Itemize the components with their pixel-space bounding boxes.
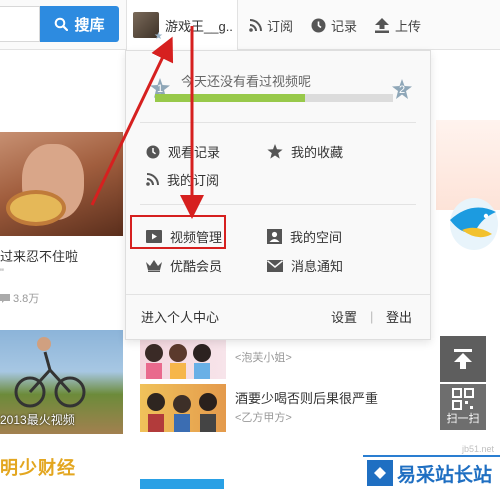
menu-vip-member-label: 优酷会员 [170,259,223,274]
play-count-icon [0,293,10,303]
qr-label: 扫一扫 [446,413,480,425]
footer-divider: | [370,309,374,324]
profile-card-icon [267,229,282,244]
list-title[interactable]: <泡芙小姐> [235,349,292,365]
progress-text: 今天还没有看过视频呢 [181,74,312,89]
nav-history-label: 记录 [331,18,358,34]
video-title[interactable]: 过来忍不住啦 [0,246,78,265]
nav-subscribe-label: 订阅 [267,18,294,34]
view-count: 3.8万 [0,290,39,306]
level-badge-next: 2 [391,79,413,101]
upload-icon [375,17,389,33]
thumbnail-caption: 2013最火视频 [0,413,75,427]
nav-history[interactable]: 记录 [311,0,357,50]
qr-icon [452,388,474,410]
list-thumbnail[interactable] [140,384,226,432]
clock-icon [146,145,160,158]
menu-notifications[interactable]: 消息通知 [267,256,343,275]
level-progress-fill [155,94,305,102]
video-thumbnail[interactable] [0,132,123,236]
user-menu-trigger[interactable]: ★ 游戏王__g.. [126,0,238,50]
bottom-banner [140,479,224,489]
search-button-label: 搜库 [74,16,105,34]
watermark-url: jb51.net [462,444,495,454]
menu-favorites[interactable]: 我的收藏 [267,142,343,161]
search-icon [55,17,69,31]
user-dropdown: 1 今天还没有看过视频呢 2 观看记录 我的收藏 我的订阅 视频管理 我的空间 … [125,50,431,340]
star-icon [267,144,283,159]
rss-icon [249,18,262,32]
menu-notifications-label: 消息通知 [291,259,344,274]
video-thumbnail-bike[interactable]: 2013最火视频 [0,330,123,434]
mail-icon [267,259,283,272]
nav-upload-label: 上传 [395,18,422,34]
menu-vip-member[interactable]: 优酷会员 [146,256,222,275]
nav-subscribe[interactable]: 订阅 [249,0,293,50]
bird-logo-icon [450,198,498,250]
menu-watch-history[interactable]: 观看记录 [146,142,220,161]
logout-link[interactable]: 登出 [386,307,412,326]
watermark: 易采站长站 [363,455,500,489]
dropdown-footer: 进入个人中心 设置 | 登出 [126,294,430,339]
menu-watch-history-label: 观看记录 [168,145,221,160]
menu-favorites-label: 我的收藏 [291,145,344,160]
level-progress-bar [155,94,393,102]
rss-icon [146,173,159,186]
menu-my-space[interactable]: 我的空间 [267,227,342,246]
qr-scan-button[interactable]: 扫一扫 [440,384,486,430]
arrow-up-icon [454,349,472,369]
menu-my-space-label: 我的空间 [290,230,343,245]
clock-icon [311,18,326,32]
search-button[interactable]: 搜库 [40,6,119,42]
menu-subscriptions[interactable]: 我的订阅 [146,170,219,189]
list-item[interactable]: 酒要少喝否则后果很严重 <乙方甲方> [140,384,400,432]
watermark-logo-icon [367,460,393,486]
settings-link[interactable]: 设置 [331,307,357,326]
menu-subscriptions-label: 我的订阅 [167,173,220,188]
top-bar: 搜库 ★ 游戏王__g.. 订阅 记录 上传 [0,0,500,50]
star-icon: ★ [154,31,163,42]
list-title[interactable]: 酒要少喝否则后果很严重 [235,388,378,407]
divider [140,122,416,123]
personal-center-link[interactable]: 进入个人中心 [141,307,219,326]
annotation-highlight-box [130,215,226,249]
avatar[interactable]: ★ [133,12,163,42]
crown-icon [146,260,162,272]
nav-upload[interactable]: 上传 [374,0,421,50]
promo-logo: 明少财经 [0,458,76,478]
list-subtitle: <乙方甲方> [235,412,292,424]
video-subtitle: " [0,267,4,279]
watermark-text: 易采站长站 [397,464,493,486]
user-name: 游戏王__g.. [165,18,233,34]
back-to-top-button[interactable] [440,336,486,382]
search-input[interactable] [0,6,40,42]
view-count-value: 3.8万 [13,293,40,305]
divider [140,204,416,205]
